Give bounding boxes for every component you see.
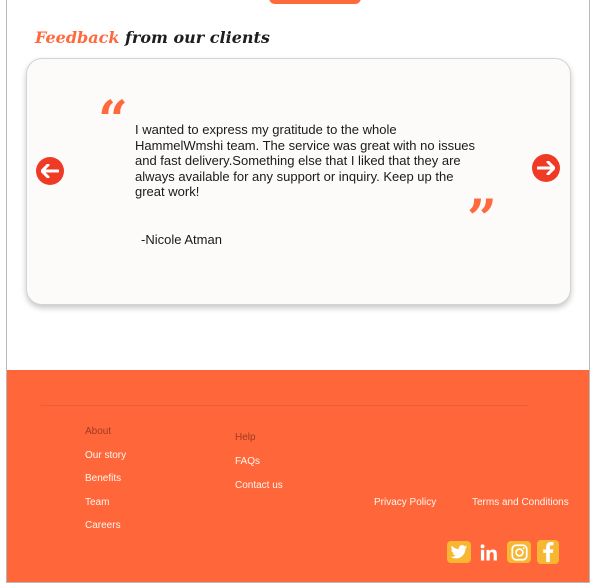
facebook-icon[interactable] xyxy=(537,540,559,564)
top-button[interactable] xyxy=(269,0,361,4)
section-title: Feedback from our clients xyxy=(35,28,270,47)
instagram-glyph-icon xyxy=(510,543,528,561)
footer-link-team[interactable]: Team xyxy=(85,497,109,508)
linkedin-glyph-icon xyxy=(480,543,497,561)
title-accent: Feedback xyxy=(35,28,120,47)
footer-link-our-story[interactable]: Our story xyxy=(85,450,126,461)
footer-help-heading: Help xyxy=(235,432,256,443)
footer-link-faqs[interactable]: FAQs xyxy=(235,456,260,467)
twitter-icon[interactable] xyxy=(447,541,471,563)
instagram-icon[interactable] xyxy=(507,541,531,563)
footer: About Our story Benefits Team Careers He… xyxy=(7,370,589,582)
footer-divider xyxy=(41,405,529,406)
testimonial-author: -Nicole Atman xyxy=(141,232,222,247)
close-quote-icon: ” xyxy=(467,189,497,250)
footer-link-careers[interactable]: Careers xyxy=(85,520,121,531)
linkedin-icon[interactable] xyxy=(478,541,500,563)
next-arrow-button[interactable] xyxy=(532,154,560,182)
facebook-glyph-icon xyxy=(543,542,554,562)
previous-arrow-button[interactable] xyxy=(36,157,64,185)
testimonial-text: I wanted to express my gratitude to the … xyxy=(135,122,476,200)
footer-link-benefits[interactable]: Benefits xyxy=(85,473,121,484)
open-quote-icon: “ xyxy=(98,90,128,151)
twitter-glyph-icon xyxy=(450,544,468,558)
page: Feedback from our clients “ I wanted to … xyxy=(6,0,590,583)
footer-link-contact-us[interactable]: Contact us xyxy=(235,480,283,491)
footer-link-terms-and-conditions[interactable]: Terms and Conditions xyxy=(472,497,569,508)
title-rest: from our clients xyxy=(125,28,270,47)
arrow-left-icon xyxy=(41,164,59,178)
arrow-right-icon xyxy=(537,161,555,175)
footer-link-privacy-policy[interactable]: Privacy Policy xyxy=(374,497,436,508)
footer-about-heading: About xyxy=(85,426,112,437)
